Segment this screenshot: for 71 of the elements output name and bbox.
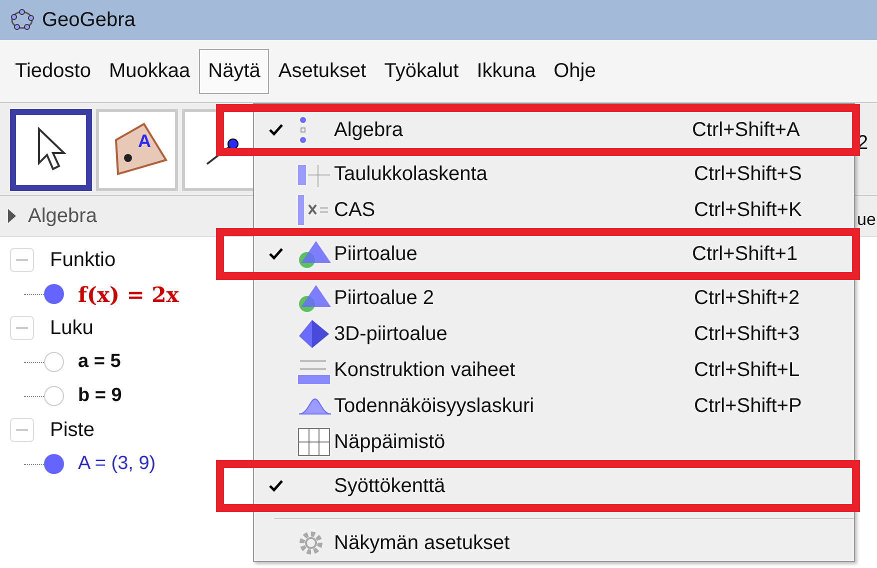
triangle-circle-icon (298, 283, 332, 313)
tool-button[interactable]: A (96, 109, 178, 191)
menu-item[interactable]: Asetukset (269, 48, 376, 94)
menu-item[interactable]: Näytä (199, 48, 270, 94)
polygon-icon (114, 122, 168, 176)
minus-icon (16, 259, 28, 261)
menu-option[interactable]: Näkymän asetukset (254, 525, 854, 561)
shortcut-label: Ctrl+Shift+A (692, 118, 801, 142)
menu-option[interactable]: 3D-piirtoalue Ctrl+Shift+3 (254, 316, 854, 352)
option-label: Piirtoalue (334, 242, 418, 266)
option-label: Konstruktion vaiheet (334, 358, 516, 382)
triangle-circle-icon (298, 239, 332, 269)
option-label: Algebra (334, 118, 404, 142)
group-label: Piste (50, 418, 94, 442)
visibility-toggle[interactable] (44, 284, 64, 304)
minus-icon (16, 429, 28, 431)
menu-item[interactable]: Työkalut (375, 48, 468, 94)
menu-item[interactable]: Tiedosto (6, 48, 100, 94)
app-logo-icon (10, 9, 34, 31)
cas-icon (298, 195, 330, 225)
bell-curve-icon (298, 396, 332, 416)
text-fragment: ue (857, 210, 876, 230)
object-definition[interactable]: a = 5 (78, 351, 121, 373)
menu-item[interactable]: Ohje (544, 48, 605, 94)
gear-icon (298, 530, 324, 556)
expand-icon[interactable] (8, 209, 16, 223)
visibility-toggle[interactable] (44, 454, 64, 474)
visibility-toggle[interactable] (44, 386, 64, 406)
point-label: A (138, 131, 151, 151)
shortcut-label: Ctrl+Shift+S (694, 162, 803, 186)
object-definition[interactable]: f(x) = 2x (78, 282, 179, 306)
window-title: GeoGebra (42, 8, 136, 32)
option-label: 3D-piirtoalue (334, 322, 448, 346)
pyramid-icon (298, 319, 330, 349)
object-definition[interactable]: A = (3, 9) (78, 453, 156, 475)
menu-option[interactable]: CAS Ctrl+Shift+K (254, 192, 854, 228)
menu-option[interactable]: Piirtoalue 2 Ctrl+Shift+2 (254, 280, 854, 316)
shortcut-label: Ctrl+Shift+K (694, 198, 803, 222)
menu-item[interactable]: Ikkuna (468, 48, 545, 94)
collapse-toggle[interactable] (10, 418, 34, 442)
option-label: Näkymän asetukset (334, 532, 511, 554)
shortcut-label: Ctrl+Shift+1 (692, 242, 799, 266)
option-label: Todennäköisyyslaskuri (334, 394, 536, 418)
menu-option[interactable]: Piirtoalue Ctrl+Shift+1 (254, 236, 852, 272)
option-label: Piirtoalue 2 (334, 286, 436, 310)
shortcut-label: Ctrl+Shift+2 (694, 286, 801, 310)
option-label: Näppäimistö (334, 430, 446, 454)
option-label: CAS (334, 198, 376, 222)
collapse-toggle[interactable] (10, 316, 34, 340)
visibility-toggle[interactable] (44, 352, 64, 372)
menu-option[interactable]: Syöttökenttä (254, 468, 852, 504)
menu-option[interactable]: Näppäimistö (254, 424, 854, 460)
keypad-icon (298, 428, 330, 456)
minus-icon (16, 327, 28, 329)
menu-option[interactable]: Taulukkolaskenta Ctrl+Shift+S (254, 156, 854, 192)
object-definition[interactable]: b = 9 (78, 385, 122, 407)
option-label: Taulukkolaskenta (334, 162, 488, 186)
collapse-toggle[interactable] (10, 248, 34, 272)
menu-option[interactable]: Konstruktion vaiheet Ctrl+Shift+L (254, 352, 854, 388)
shortcut-label: Ctrl+Shift+P (694, 394, 803, 418)
shortcut-label: Ctrl+Shift+3 (694, 322, 801, 346)
menu-option[interactable]: Todennäköisyyslaskuri Ctrl+Shift+P (254, 388, 854, 424)
group-label: Luku (50, 316, 94, 340)
option-label: Syöttökenttä (334, 474, 446, 498)
tool-button[interactable] (10, 109, 92, 191)
group-label: Funktio (50, 248, 116, 272)
dots-icon (298, 117, 308, 143)
shortcut-label: Ctrl+Shift+L (694, 358, 801, 382)
menu-option[interactable]: Algebra Ctrl+Shift+A (254, 112, 852, 148)
menu-item[interactable]: Muokkaa (100, 48, 200, 94)
view-title: Algebra (28, 204, 97, 228)
